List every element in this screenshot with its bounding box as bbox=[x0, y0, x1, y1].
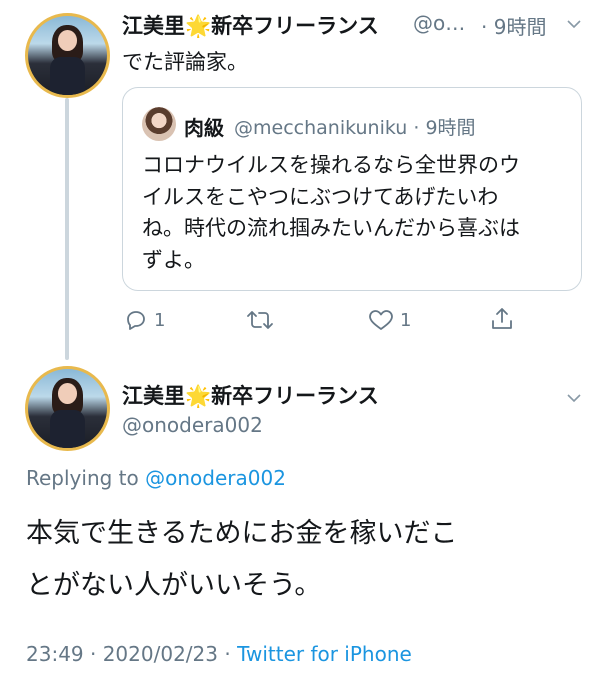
tweet-text: でた評論家。 bbox=[122, 50, 248, 74]
quoted-text-line: コロナウイルスを操れるなら全世界のウ bbox=[142, 153, 520, 177]
author-name[interactable]: 江美里🌟新卒フリーランス bbox=[122, 10, 379, 40]
author-handle[interactable]: @o… bbox=[413, 11, 465, 35]
quoted-text-line: ね。時代の流れ掴みたいんだから喜ぶは bbox=[142, 216, 520, 240]
quoted-text-line: イルスをこやつにぶつけてあげたいわ bbox=[142, 184, 499, 209]
thread-line bbox=[65, 98, 69, 360]
quoted-text-line: ずよ。 bbox=[142, 247, 205, 272]
replying-to-link[interactable]: @onodera002 bbox=[145, 466, 286, 490]
reply-icon bbox=[127, 311, 145, 330]
quoted-handle-time: @mecchanikuniku · 9時間 bbox=[234, 117, 476, 139]
reply-button[interactable]: 1 bbox=[124, 308, 165, 332]
timestamp: 23:49 · 2020/02/23 · bbox=[26, 642, 231, 666]
quoted-tweet-text: コロナウイルスを操れるなら全世界のウ イルスをこやつにぶつけてあげたいわ ね。時… bbox=[142, 150, 520, 276]
avatar[interactable] bbox=[25, 13, 110, 98]
retweet-icon bbox=[247, 311, 273, 329]
tweet-text-line: とがない人がいいそう。 bbox=[26, 570, 322, 601]
heart-icon bbox=[369, 310, 393, 330]
share-icon bbox=[492, 308, 512, 329]
avatar[interactable] bbox=[25, 366, 110, 451]
replying-to-label: Replying to bbox=[26, 466, 139, 490]
quoted-author-name: 肉級 bbox=[184, 116, 224, 140]
chevron-down-icon[interactable] bbox=[566, 16, 582, 32]
reply-count: 1 bbox=[154, 309, 166, 331]
share-button[interactable] bbox=[490, 306, 514, 332]
replying-to: Replying to @onodera002 bbox=[26, 466, 286, 490]
author-handle[interactable]: @onodera002 bbox=[122, 413, 263, 437]
tweet-time[interactable]: · 9時間 bbox=[481, 11, 546, 40]
source-link[interactable]: Twitter for iPhone bbox=[237, 642, 412, 666]
author-name[interactable]: 江美里🌟新卒フリーランス bbox=[122, 380, 379, 410]
like-count: 1 bbox=[400, 309, 412, 331]
chevron-down-icon[interactable] bbox=[566, 390, 582, 406]
tweet-meta: 23:49 · 2020/02/23 · Twitter for iPhone bbox=[26, 642, 412, 666]
tweet-text: 本気で生きるためにお金を稼いだこ とがない人がいいそう。 bbox=[26, 508, 457, 612]
retweet-button[interactable] bbox=[246, 308, 274, 332]
like-button[interactable]: 1 bbox=[368, 308, 411, 332]
avatar bbox=[142, 107, 176, 141]
tweet-text-line: 本気で生きるためにお金を稼いだこ bbox=[26, 518, 458, 549]
